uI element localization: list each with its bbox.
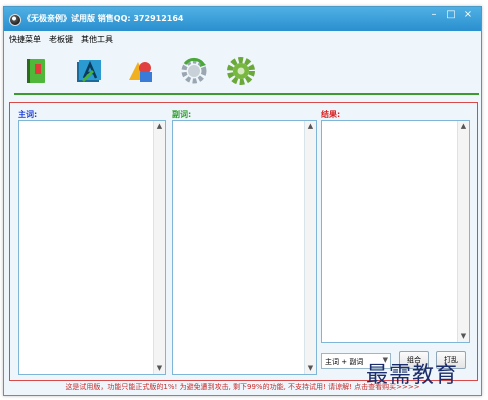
window-title: 《无极亲例》试用版 销售QQ: 372912164 [23, 14, 184, 23]
text-a-icon[interactable] [74, 56, 104, 86]
close-button[interactable]: × [459, 8, 477, 22]
app-logo-icon [9, 14, 21, 26]
menu-item-quick-menu[interactable]: 快捷菜单 [9, 34, 41, 45]
watermark-text: 最需教育 [366, 363, 459, 388]
result-label: 结果: [321, 110, 341, 119]
minimize-button[interactable]: – [425, 8, 443, 22]
maximize-button[interactable]: □ [442, 8, 460, 22]
gear-icon[interactable] [226, 56, 256, 86]
scroll-up-icon[interactable]: ▲ [458, 121, 469, 132]
toolbar-divider [14, 93, 479, 95]
sub-words-label: 副词: [172, 110, 192, 119]
menu-item-other-tools[interactable]: 其他工具 [81, 34, 113, 45]
toolbar [4, 46, 481, 96]
scroll-down-icon[interactable]: ▼ [305, 363, 316, 374]
main-words-label: 主词: [18, 110, 38, 119]
scroll-up-icon[interactable]: ▲ [154, 121, 165, 132]
gear-refresh-icon[interactable] [179, 56, 209, 86]
shapes-icon[interactable] [126, 56, 156, 86]
combine-mode-value: 主词 + 副词 [325, 358, 364, 366]
main-panel: 主词: 副词: 结果: ▲ ▼ ▲ ▼ ▲ ▼ 主词 + 副词 ▼ 组合 打乱 [9, 102, 478, 381]
menu-item-boss-key[interactable]: 老板键 [49, 34, 73, 45]
scroll-down-icon[interactable]: ▼ [154, 363, 165, 374]
title-bar[interactable]: 《无极亲例》试用版 销售QQ: 372912164 – □ × [4, 7, 481, 31]
result-textarea[interactable]: ▲ ▼ [321, 120, 470, 343]
sub-words-scrollbar[interactable]: ▲ ▼ [304, 121, 316, 374]
main-words-textarea[interactable]: ▲ ▼ [18, 120, 166, 375]
main-words-scrollbar[interactable]: ▲ ▼ [153, 121, 165, 374]
scroll-up-icon[interactable]: ▲ [305, 121, 316, 132]
book-icon[interactable] [21, 56, 51, 86]
app-window: 《无极亲例》试用版 销售QQ: 372912164 – □ × 快捷菜单 老板键… [3, 6, 482, 396]
scroll-down-icon[interactable]: ▼ [458, 331, 469, 342]
menu-bar: 快捷菜单 老板键 其他工具 [4, 31, 481, 46]
sub-words-textarea[interactable]: ▲ ▼ [172, 120, 317, 375]
result-scrollbar[interactable]: ▲ ▼ [457, 121, 469, 342]
